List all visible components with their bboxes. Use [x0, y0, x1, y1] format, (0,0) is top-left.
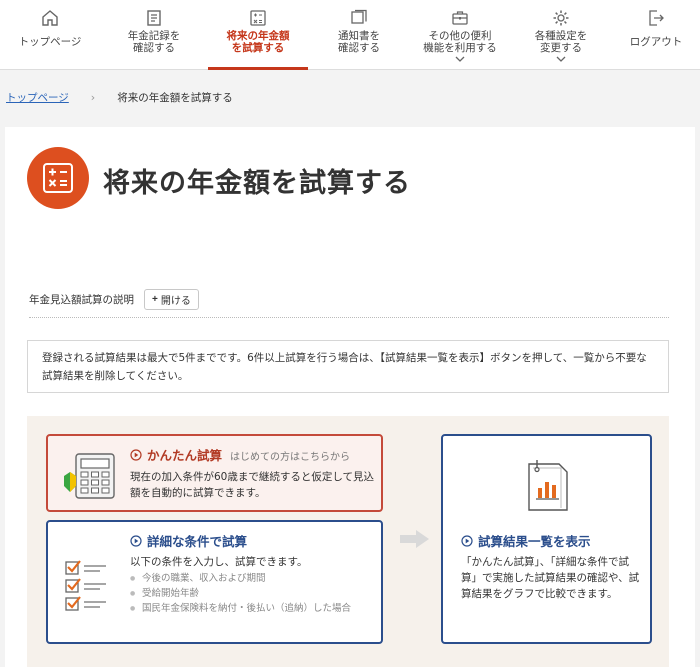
results-list-button[interactable]: 試算結果一覧を表示 「かんたん試算」、「詳細な条件で試算」で実施した試算結果の確… — [441, 434, 652, 644]
nav-item-label: トップページ — [18, 36, 82, 48]
nav-item-records[interactable]: 年金記録を 確認する — [100, 0, 208, 70]
nav-item-label: 年金記録を 確認する — [127, 30, 181, 54]
easy-estimate-button[interactable]: かんたん試算 はじめての方はこちらから 現在の加入条件が60歳まで継続すると仮定し… — [46, 434, 383, 512]
detail-intro: 以下の条件を入力し、試算できます。 — [130, 556, 308, 568]
breadcrumb-current: 将来の年金額を試算する — [117, 92, 233, 104]
chevron-down-icon — [455, 56, 465, 62]
easy-estimate-title: かんたん試算 はじめての方はこちらから — [130, 445, 350, 464]
results-list-title: 試算結果一覧を表示 — [461, 531, 591, 550]
detail-condition-list: 今後の職業、収入および期間 受給開始年齢 国民年金保険料を納付・後払い（追納）し… — [130, 571, 378, 616]
list-title-text: 試算結果一覧を表示 — [478, 534, 591, 549]
divider — [29, 317, 669, 318]
logout-icon — [649, 10, 664, 26]
breadcrumb-separator: › — [90, 91, 96, 104]
play-circle-icon — [461, 535, 473, 547]
detailed-estimate-title: 詳細な条件で試算 — [130, 531, 247, 550]
nav-item-notices[interactable]: 通知書を 確認する — [308, 0, 410, 70]
detail-title-text: 詳細な条件で試算 — [147, 534, 248, 549]
nav-item-label: 各種設定を 変更する — [534, 30, 588, 54]
nav-item-label: 通知書を 確認する — [338, 30, 380, 54]
play-circle-icon — [130, 449, 142, 461]
play-circle-icon — [130, 535, 142, 547]
easy-title-text: かんたん試算 — [147, 448, 223, 463]
plus-icon: + — [152, 294, 158, 305]
list-item: 受給開始年齢 — [130, 586, 378, 601]
main-card: 将来の年金額を試算する 年金見込額試算の説明 + 開ける 登録される試算結果は最… — [5, 127, 695, 667]
documents-icon — [351, 9, 367, 24]
briefcase-icon — [452, 11, 468, 25]
list-item: 国民年金保険料を納付・後払い（追納）した場合 — [130, 601, 378, 616]
home-icon — [42, 10, 58, 26]
calculator-icon — [250, 10, 266, 26]
nav-item-settings[interactable]: 各種設定を 変更する — [510, 0, 612, 70]
estimate-options-panel: かんたん試算 はじめての方はこちらから 現在の加入条件が60歳まで継続すると仮定し… — [27, 416, 669, 667]
arrow-right-icon — [400, 530, 429, 548]
nav-item-label: その他の便利 機能を利用する — [423, 30, 497, 54]
nav-item-label: 将来の年金額 を試算する — [226, 30, 290, 54]
detailed-estimate-button[interactable]: 詳細な条件で試算 以下の条件を入力し、試算できます。 今後の職業、収入および期間… — [46, 520, 383, 644]
nav-item-other-features[interactable]: その他の便利 機能を利用する — [410, 0, 510, 70]
global-nav: トップページ 年金記録を 確認する 将来の年金額 を試算する 通知書を 確認する… — [0, 0, 700, 70]
chevron-down-icon — [556, 56, 566, 62]
results-list-description: 「かんたん試算」、「詳細な条件で試算」で実施した試算結果の確認や、試算結果をグラ… — [461, 556, 640, 600]
easy-estimate-description: 現在の加入条件が60歳まで継続すると仮定して見込額を自動的に試算できます。 — [130, 471, 375, 499]
record-icon — [147, 10, 161, 26]
detailed-estimate-description: 以下の条件を入力し、試算できます。 今後の職業、収入および期間 受給開始年齢 国… — [130, 554, 378, 616]
calculator-illustration-icon — [64, 453, 115, 499]
breadcrumb: トップページ › 将来の年金額を試算する — [6, 90, 233, 105]
explanation-label: 年金見込額試算の説明 — [29, 294, 134, 306]
list-item: 今後の職業、収入および期間 — [130, 571, 378, 586]
easy-subtitle: はじめての方はこちらから — [230, 452, 351, 463]
nav-item-label: ログアウト — [629, 36, 683, 48]
checklist-icon — [65, 560, 106, 611]
open-explanation-button[interactable]: + 開ける — [144, 289, 199, 310]
nav-item-estimate[interactable]: 将来の年金額 を試算する — [208, 0, 308, 70]
open-button-label: 開ける — [160, 296, 191, 307]
gear-icon — [553, 10, 569, 26]
breadcrumb-link-top[interactable]: トップページ — [6, 90, 69, 105]
report-chart-icon — [528, 460, 568, 511]
explanation-row: 年金見込額試算の説明 + 開ける — [29, 289, 199, 310]
nav-item-top[interactable]: トップページ — [0, 0, 100, 70]
nav-item-logout[interactable]: ログアウト — [612, 0, 700, 70]
calculator-icon — [27, 147, 89, 209]
notice-box: 登録される試算結果は最大で5件までです。6件以上試算を行う場合は、【試算結果一覧… — [27, 340, 669, 393]
page-title: 将来の年金額を試算する — [103, 168, 411, 199]
